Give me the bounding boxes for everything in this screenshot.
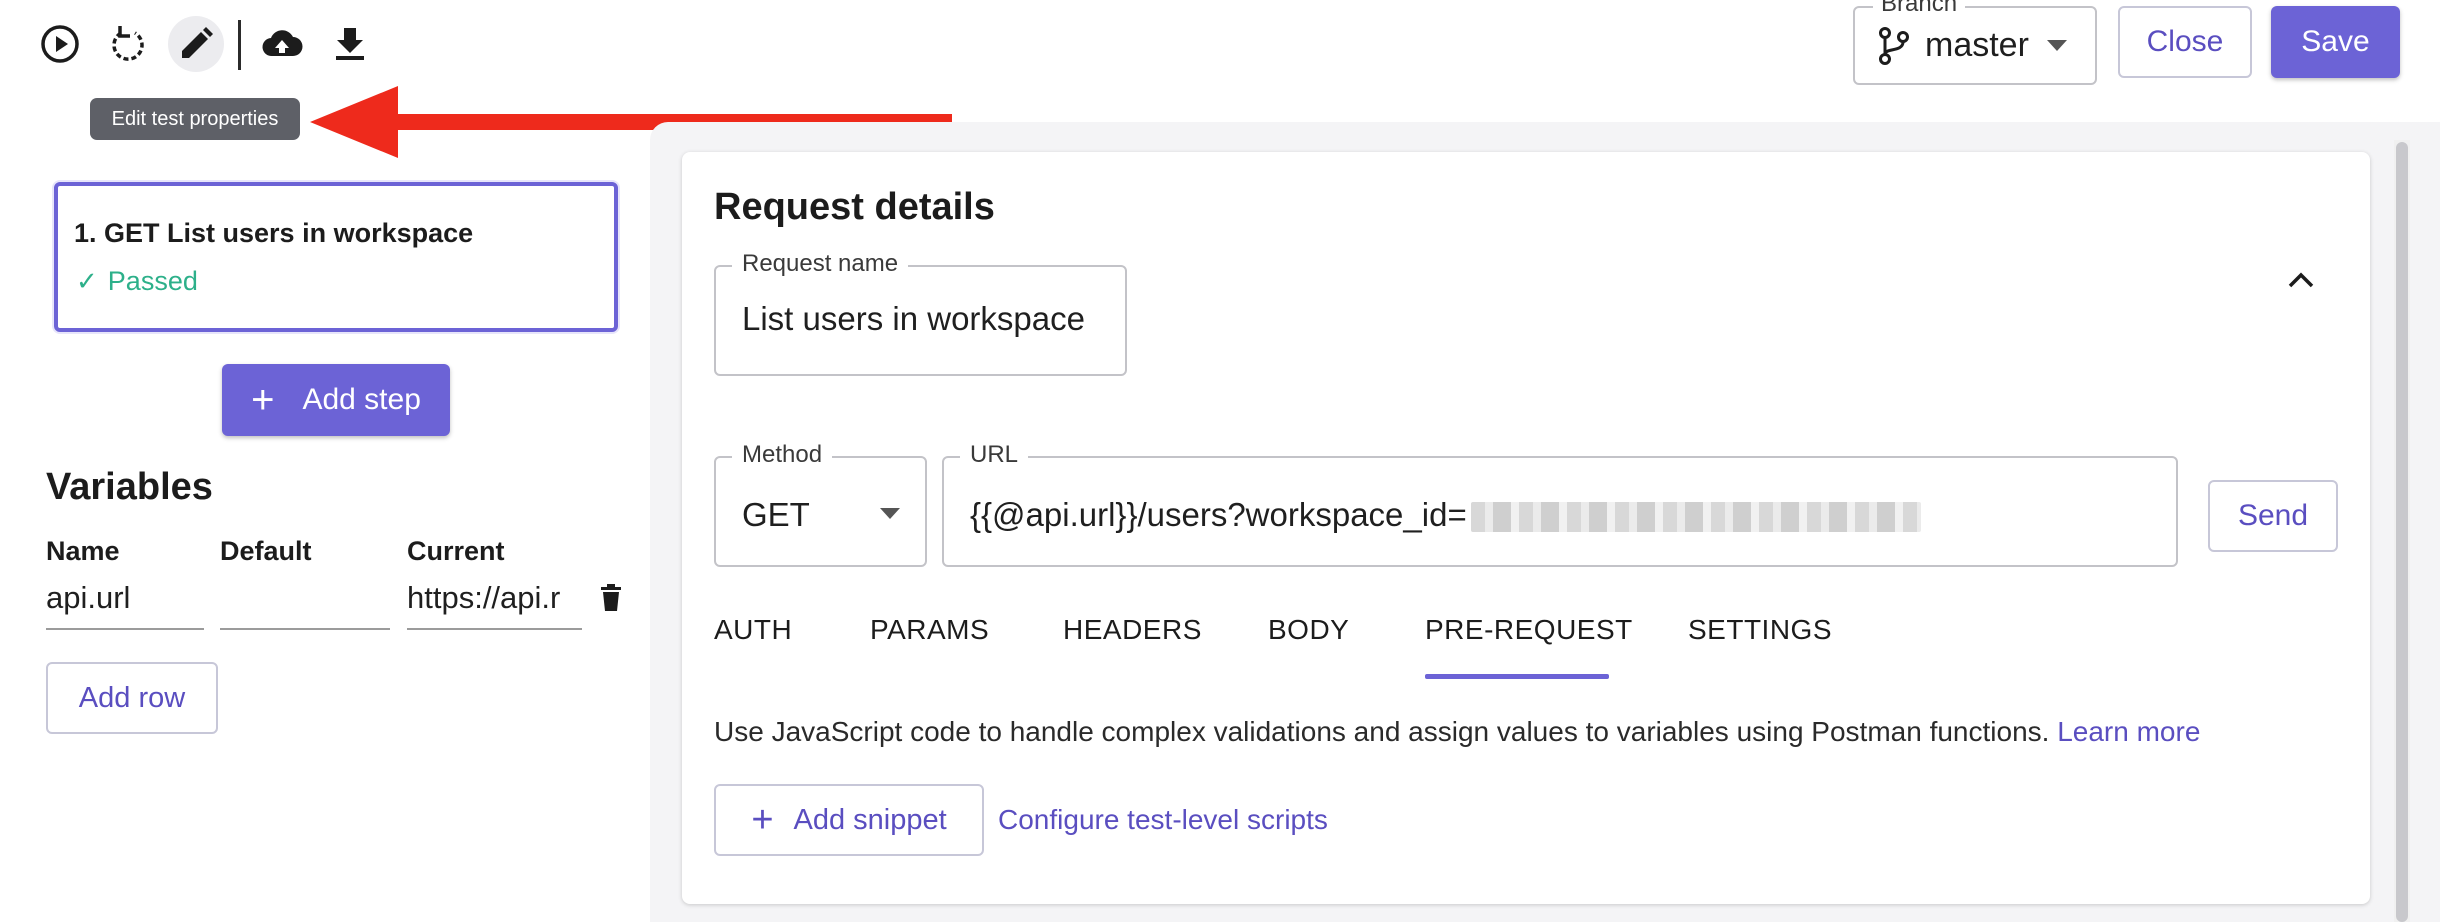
branch-label: Branch [1873, 0, 1966, 16]
close-button[interactable]: Close [2118, 6, 2252, 78]
redacted-block [1470, 502, 1921, 533]
variables-title: Variables [46, 466, 213, 508]
learn-more-link[interactable]: Learn more [2057, 716, 2200, 747]
add-step-label: Add step [302, 383, 421, 416]
pre-request-description: Use JavaScript code to handle complex va… [714, 716, 2200, 748]
plus-icon: + [751, 799, 774, 841]
request-name-field[interactable]: Request name List users in workspace [714, 251, 1127, 376]
send-button[interactable]: Send [2208, 480, 2338, 552]
tab-params[interactable]: PARAMS [870, 614, 989, 646]
add-row-button[interactable]: Add row [46, 662, 218, 734]
step-title: 1. GET List users in workspace [74, 218, 474, 248]
scrollbar-thumb[interactable] [2396, 142, 2408, 922]
chevron-down-icon [2046, 40, 2067, 51]
add-step-button[interactable]: + Add step [222, 364, 450, 436]
method-label: Method [732, 442, 833, 468]
download-icon[interactable] [322, 16, 378, 72]
url-text: {{@api.url}}/users?workspace_id= [970, 496, 1467, 533]
description-text: Use JavaScript code to handle complex va… [714, 716, 2050, 747]
check-icon: ✓ [76, 266, 98, 296]
chevron-up-icon[interactable] [2286, 270, 2316, 290]
active-tab-indicator [1425, 674, 1609, 679]
plus-icon: + [251, 378, 275, 422]
app-root: Edit test properties Branch master Close… [0, 0, 2440, 922]
tab-body[interactable]: BODY [1268, 614, 1349, 646]
request-name-label: Request name [732, 251, 909, 277]
toolbar-divider [238, 20, 241, 70]
cloud-upload-icon[interactable] [254, 16, 310, 72]
edit-icon[interactable] [168, 16, 224, 72]
url-field[interactable]: URL {{@api.url}}/users?workspace_id= [942, 442, 2178, 567]
tab-headers[interactable]: HEADERS [1063, 614, 1202, 646]
tooltip: Edit test properties [90, 98, 300, 140]
request-details-title: Request details [714, 186, 995, 228]
tab-auth[interactable]: AUTH [714, 614, 792, 646]
reload-icon[interactable] [100, 16, 156, 72]
tab-settings[interactable]: SETTINGS [1688, 614, 1832, 646]
method-select[interactable]: Method GET [714, 442, 927, 567]
add-snippet-button[interactable]: + Add snippet [714, 784, 984, 856]
column-header-default: Default [220, 536, 312, 566]
variable-current-input[interactable]: https://api.r [407, 574, 582, 630]
method-value: GET [742, 496, 810, 533]
variable-name-input[interactable]: api.url [46, 574, 204, 630]
trash-icon[interactable] [600, 584, 622, 612]
play-icon[interactable] [32, 16, 88, 72]
url-label: URL [960, 442, 1029, 468]
step-status: ✓ Passed [76, 266, 198, 297]
status-text: Passed [107, 266, 198, 296]
url-value: {{@api.url}}/users?workspace_id= [970, 496, 1921, 534]
configure-scripts-link[interactable]: Configure test-level scripts [998, 804, 1328, 836]
column-header-current: Current [407, 536, 505, 566]
git-branch-icon [1879, 26, 1909, 65]
variable-default-input[interactable] [220, 574, 390, 630]
request-name-value: List users in workspace [742, 300, 1085, 337]
branch-select[interactable]: Branch master [1853, 0, 2097, 85]
chevron-down-icon [880, 508, 900, 519]
branch-value: master [1925, 26, 2029, 64]
save-button[interactable]: Save [2271, 6, 2400, 78]
step-card[interactable]: 1. GET List users in workspace ✓ Passed [54, 182, 618, 332]
add-snippet-label: Add snippet [793, 803, 947, 836]
tab-pre-request[interactable]: PRE-REQUEST [1425, 614, 1633, 646]
column-header-name: Name [46, 536, 120, 566]
